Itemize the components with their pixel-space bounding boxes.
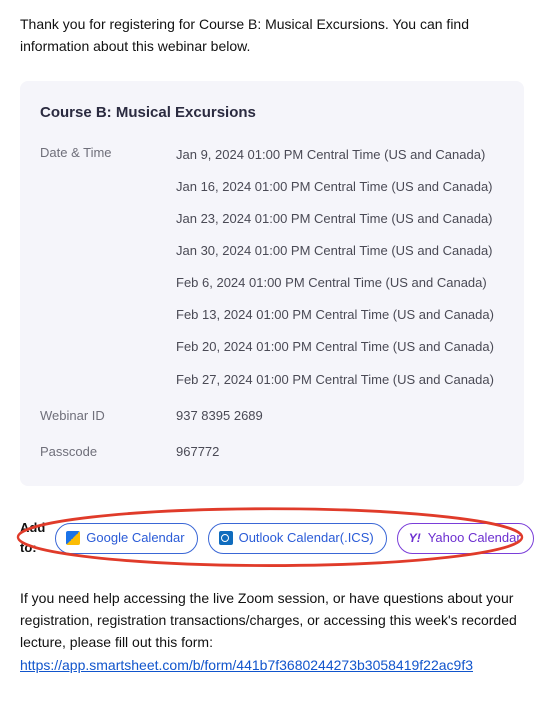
date-time-row: Date & Time Jan 9, 2024 01:00 PM Central… <box>40 141 504 398</box>
passcode-value: 967772 <box>176 440 504 470</box>
outlook-calendar-btn-label: Outlook Calendar(.ICS) <box>239 528 374 548</box>
passcode-label: Passcode <box>40 440 176 462</box>
help-form-link[interactable]: https://app.smartsheet.com/b/form/441b7f… <box>20 657 473 673</box>
date-line: Feb 27, 2024 01:00 PM Central Time (US a… <box>176 366 504 398</box>
date-list: Jan 9, 2024 01:00 PM Central Time (US an… <box>176 141 504 398</box>
outlook-calendar-icon <box>219 531 233 545</box>
webinar-info-card: Course B: Musical Excursions Date & Time… <box>20 81 524 486</box>
date-line: Feb 13, 2024 01:00 PM Central Time (US a… <box>176 301 504 333</box>
date-time-label: Date & Time <box>40 141 176 163</box>
outlook-calendar-button[interactable]: Outlook Calendar(.ICS) <box>208 523 387 554</box>
passcode-row: Passcode 967772 <box>40 440 504 470</box>
course-title: Course B: Musical Excursions <box>40 101 504 124</box>
google-calendar-button[interactable]: Google Calendar <box>55 523 197 554</box>
google-calendar-icon <box>66 531 80 545</box>
yahoo-calendar-icon: Y! <box>408 531 422 545</box>
webinar-id-value: 937 8395 2689 <box>176 404 504 434</box>
add-to-label: Add to: <box>20 518 45 558</box>
yahoo-calendar-button[interactable]: Y! Yahoo Calendar <box>397 523 534 554</box>
date-line: Jan 30, 2024 01:00 PM Central Time (US a… <box>176 237 504 269</box>
date-line: Jan 16, 2024 01:00 PM Central Time (US a… <box>176 173 504 205</box>
date-line: Jan 23, 2024 01:00 PM Central Time (US a… <box>176 205 504 237</box>
date-line: Feb 20, 2024 01:00 PM Central Time (US a… <box>176 333 504 365</box>
help-text: If you need help accessing the live Zoom… <box>20 588 524 653</box>
add-to-section: Add to: Google Calendar Outlook Calendar… <box>20 508 524 568</box>
intro-text: Thank you for registering for Course B: … <box>20 14 524 57</box>
webinar-id-row: Webinar ID 937 8395 2689 <box>40 404 504 434</box>
date-line: Jan 9, 2024 01:00 PM Central Time (US an… <box>176 141 504 173</box>
yahoo-calendar-btn-label: Yahoo Calendar <box>428 528 521 548</box>
google-calendar-btn-label: Google Calendar <box>86 528 184 548</box>
webinar-id-label: Webinar ID <box>40 404 176 426</box>
date-line: Feb 6, 2024 01:00 PM Central Time (US an… <box>176 269 504 301</box>
